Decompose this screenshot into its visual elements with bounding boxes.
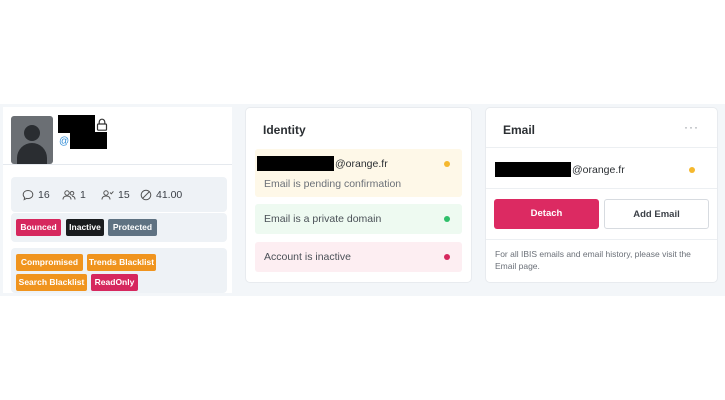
redacted-email-local	[257, 156, 334, 171]
redacted-handle	[70, 132, 107, 149]
ban-icon	[140, 189, 152, 200]
account-inactive-text: Account is inactive	[264, 251, 351, 263]
stat-users: 1	[62, 177, 86, 212]
stat-comments: 16	[22, 177, 50, 212]
tag-compromised: Compromised	[16, 254, 83, 271]
identity-private-domain-row[interactable]: Email is a private domain	[255, 204, 462, 234]
tag-protected: Protected	[108, 219, 157, 236]
email-domain: @orange.fr	[572, 164, 625, 176]
lock-icon	[96, 118, 108, 131]
avatar-head	[24, 125, 40, 141]
tag-search-blacklist: Search Blacklist	[16, 274, 87, 291]
tag-bounced: Bounced	[16, 219, 61, 236]
tag-readonly: ReadOnly	[91, 274, 138, 291]
user-check-icon	[101, 189, 114, 200]
note-line-1: For all IBIS emails and email history, p…	[495, 249, 691, 259]
warning-status-dot	[444, 161, 450, 167]
email-domain: @orange.fr	[335, 158, 388, 170]
status-tag-group: Bounced Inactive Protected	[11, 213, 227, 242]
avatar[interactable]	[11, 116, 53, 164]
identity-inactive-row[interactable]: Account is inactive	[255, 242, 462, 272]
stat-followers: 15	[101, 177, 130, 212]
comment-icon	[22, 189, 34, 201]
profile-card: @ 16 1 15 41.00 Bounced Inactive Protect…	[3, 107, 232, 293]
email-title: Email	[503, 123, 536, 137]
stat-score: 41.00	[140, 177, 182, 212]
row-divider	[486, 188, 717, 189]
stat-value: 41.00	[156, 188, 183, 201]
stats-bar: 16 1 15 41.00	[11, 177, 227, 212]
avatar-body	[17, 143, 47, 164]
email-history-note: For all IBIS emails and email history, p…	[495, 248, 710, 272]
identity-title: Identity	[263, 123, 306, 137]
danger-status-dot	[444, 254, 450, 260]
handle-at-symbol: @	[59, 136, 70, 147]
private-domain-text: Email is a private domain	[264, 213, 382, 225]
detach-button[interactable]: Detach	[494, 199, 599, 229]
tag-trends-blacklist: Trends Blacklist	[87, 254, 156, 271]
note-divider	[486, 239, 717, 240]
users-icon	[62, 189, 76, 200]
identity-email-row[interactable]: @orange.fr Email is pending confirmation	[255, 149, 462, 197]
tag-inactive: Inactive	[66, 219, 104, 236]
redacted-username	[58, 115, 95, 133]
email-card: Email ··· @orange.fr Detach Add Email Fo…	[485, 107, 718, 283]
redacted-email-local	[495, 162, 571, 177]
note-line-2: Email page.	[495, 261, 540, 271]
stat-value: 1	[80, 188, 86, 201]
warning-status-dot	[689, 167, 695, 173]
identity-card: Identity @orange.fr Email is pending con…	[245, 107, 472, 283]
email-address-row[interactable]: @orange.fr	[486, 148, 717, 188]
flag-tag-group: Compromised Trends Blacklist Search Blac…	[11, 248, 227, 293]
stat-value: 16	[38, 188, 50, 201]
success-status-dot	[444, 216, 450, 222]
stat-value: 15	[118, 188, 130, 201]
profile-header: @	[3, 107, 232, 165]
add-email-button[interactable]: Add Email	[604, 199, 709, 229]
more-options-icon[interactable]: ···	[684, 120, 699, 134]
pending-confirmation-text: Email is pending confirmation	[264, 178, 402, 190]
